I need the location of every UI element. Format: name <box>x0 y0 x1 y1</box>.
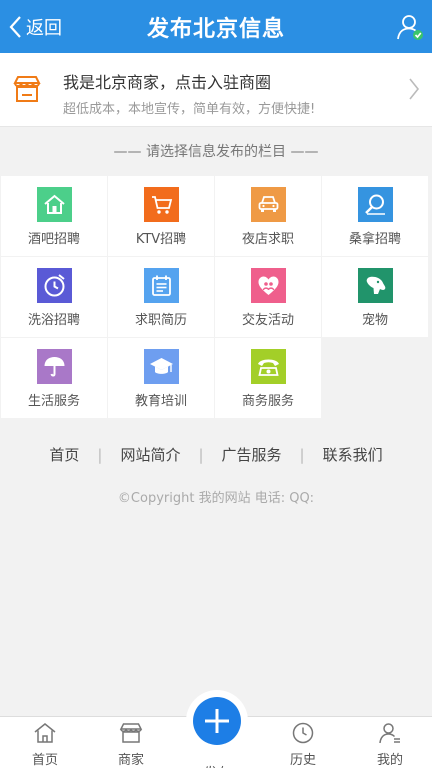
category-icon-bg <box>250 268 286 303</box>
category-bar-recruit[interactable]: 酒吧招聘 <box>1 176 107 256</box>
category-business-services[interactable]: 商务服务 <box>215 338 321 418</box>
category-icon-bg <box>36 349 72 384</box>
footer-link-home[interactable]: 首页 <box>31 444 97 465</box>
cart-icon <box>151 196 172 214</box>
nav-label: 我的 <box>376 753 403 768</box>
home-icon <box>43 194 65 214</box>
nav-label: 历史 <box>289 753 316 768</box>
dog-icon <box>366 276 385 294</box>
category-education-training[interactable]: 教育培训 <box>108 338 214 418</box>
footer-link-ads[interactable]: 广告服务 <box>204 444 300 465</box>
user-icon <box>379 723 400 744</box>
category-icon-bg <box>357 268 393 303</box>
category-icon-bg <box>36 268 72 303</box>
clock-icon <box>44 274 65 297</box>
umbrella-icon <box>44 357 64 377</box>
category-icon-bg <box>143 268 179 303</box>
category-life-services[interactable]: 生活服务 <box>1 338 107 418</box>
publish-label: 发布 <box>196 762 238 768</box>
category-bath-recruit[interactable]: 洗浴招聘 <box>1 257 107 337</box>
footer-link-contact[interactable]: 联系我们 <box>305 444 401 465</box>
category-icon-bg <box>250 349 286 384</box>
category-label: KTV招聘 <box>135 232 187 247</box>
magnifier-icon <box>364 194 385 215</box>
nav-mine[interactable]: 我的 <box>360 721 420 768</box>
graduation-cap-icon <box>149 358 173 374</box>
copyright-text: ©Copyright 我的网站 电话: QQ: <box>117 491 315 506</box>
category-icon-bg <box>357 187 393 222</box>
category-label: 商务服务 <box>241 394 294 409</box>
category-icon-bg <box>143 187 179 222</box>
category-label: 求职简历 <box>134 313 187 328</box>
footer-links: 首页 | 网站简介 | 广告服务 | 联系我们 <box>0 444 432 465</box>
shop-icon <box>13 76 41 102</box>
category-label: 夜店求职 <box>241 232 294 247</box>
category-icon-bg <box>36 187 72 222</box>
plus-icon <box>205 709 229 733</box>
nav-home[interactable]: 首页 <box>15 721 75 768</box>
category-ktv-recruit[interactable]: KTV招聘 <box>108 176 214 256</box>
category-resume[interactable]: 求职简历 <box>108 257 214 337</box>
user-verified-button[interactable] <box>396 13 424 41</box>
category-label: 桑拿招聘 <box>348 232 401 247</box>
category-pets[interactable]: 宠物 <box>322 257 428 337</box>
category-label: 教育培训 <box>134 394 187 409</box>
category-label: 交友活动 <box>241 313 294 328</box>
banner-title: 我是北京商家，点击入驻商圈 <box>63 73 272 92</box>
category-icon-bg <box>143 349 179 384</box>
page-title: 发布北京信息 <box>146 17 285 42</box>
merchant-join-banner[interactable]: 我是北京商家，点击入驻商圈 超低成本，本地宣传，简单有效，方便快捷! <box>0 53 432 127</box>
chevron-right-icon <box>409 78 420 100</box>
category-grid: 酒吧招聘 KTV招聘 夜店求职 桑拿招聘 洗浴招聘 求职简历 交友活动 宠物 生… <box>1 176 428 418</box>
nav-label: 商家 <box>117 753 144 768</box>
heart-people-icon <box>258 276 278 295</box>
footer-link-about[interactable]: 网站简介 <box>102 444 198 465</box>
clock-icon <box>292 722 314 744</box>
publish-button[interactable] <box>193 697 241 745</box>
category-icon-bg <box>250 187 286 222</box>
category-sauna-recruit[interactable]: 桑拿招聘 <box>322 176 428 256</box>
category-label: 酒吧招聘 <box>27 232 80 247</box>
category-label: 生活服务 <box>27 394 80 409</box>
section-title: —— 请选择信息发布的栏目 —— <box>113 144 319 160</box>
calendar-icon <box>151 275 171 296</box>
shop-icon <box>119 723 143 743</box>
home-icon <box>34 723 56 743</box>
nav-history[interactable]: 历史 <box>273 721 333 768</box>
category-label: 洗浴招聘 <box>27 313 80 328</box>
category-dating-events[interactable]: 交友活动 <box>215 257 321 337</box>
nav-label: 首页 <box>31 753 58 768</box>
user-check-icon <box>397 15 423 40</box>
car-icon <box>258 196 278 212</box>
nav-merchant[interactable]: 商家 <box>101 721 161 768</box>
banner-subtitle: 超低成本，本地宣传，简单有效，方便快捷! <box>63 102 316 117</box>
category-label: 宠物 <box>361 313 388 328</box>
phone-icon <box>257 359 279 376</box>
top-header: 返回 发布北京信息 <box>0 0 432 53</box>
category-nightclub-jobs[interactable]: 夜店求职 <box>215 176 321 256</box>
